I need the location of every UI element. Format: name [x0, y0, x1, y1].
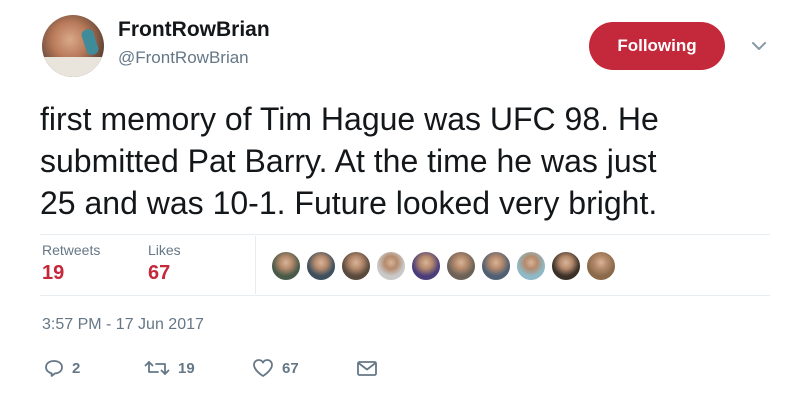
heart-icon — [253, 359, 273, 377]
following-button[interactable]: Following — [589, 22, 725, 70]
liker-avatar-3[interactable] — [340, 250, 372, 282]
retweets-count[interactable]: 19 — [42, 262, 64, 285]
chevron-down-icon[interactable] — [749, 36, 769, 56]
liker-avatar-2[interactable] — [305, 250, 337, 282]
liker-avatar-5[interactable] — [410, 250, 442, 282]
likes-count[interactable]: 67 — [148, 262, 170, 285]
reply-count: 2 — [72, 359, 81, 377]
divider — [40, 234, 770, 235]
liker-avatar-4[interactable] — [375, 250, 407, 282]
retweets-label[interactable]: Retweets — [42, 242, 100, 258]
reply-icon — [45, 360, 63, 377]
avatar-shirt-detail — [42, 57, 104, 77]
retweet-icon — [144, 361, 170, 375]
retweet-count: 19 — [178, 359, 195, 377]
tweet-timestamp[interactable]: 3:57 PM - 17 Jun 2017 — [42, 316, 204, 334]
author-avatar[interactable] — [42, 15, 104, 77]
liker-avatar-10[interactable] — [585, 250, 617, 282]
liker-avatar-7[interactable] — [480, 250, 512, 282]
avatar-phone-detail — [80, 27, 100, 57]
liker-avatar-1[interactable] — [270, 250, 302, 282]
retweet-button[interactable]: 19 — [144, 358, 195, 378]
author-display-name[interactable]: FrontRowBrian — [118, 18, 270, 42]
direct-message-button[interactable] — [356, 358, 378, 378]
liker-avatar-8[interactable] — [515, 250, 547, 282]
reply-button[interactable]: 2 — [44, 358, 80, 378]
envelope-icon — [357, 361, 377, 376]
tweet-text-line: 25 and was 10-1. Future looked very brig… — [40, 185, 658, 221]
tweet-text-line: submitted Pat Barry. At the time he was … — [40, 143, 657, 179]
divider — [40, 295, 770, 296]
liker-avatar-6[interactable] — [445, 250, 477, 282]
likes-label[interactable]: Likes — [148, 242, 181, 258]
like-count: 67 — [282, 359, 299, 377]
author-handle[interactable]: @FrontRowBrian — [118, 48, 249, 68]
tweet-text: first memory of Tim Hague was UFC 98. He… — [40, 98, 780, 224]
tweet-text-line: first memory of Tim Hague was UFC 98. He — [40, 101, 659, 137]
stats-separator — [255, 236, 256, 294]
like-button[interactable]: 67 — [252, 358, 299, 378]
liker-avatar-9[interactable] — [550, 250, 582, 282]
